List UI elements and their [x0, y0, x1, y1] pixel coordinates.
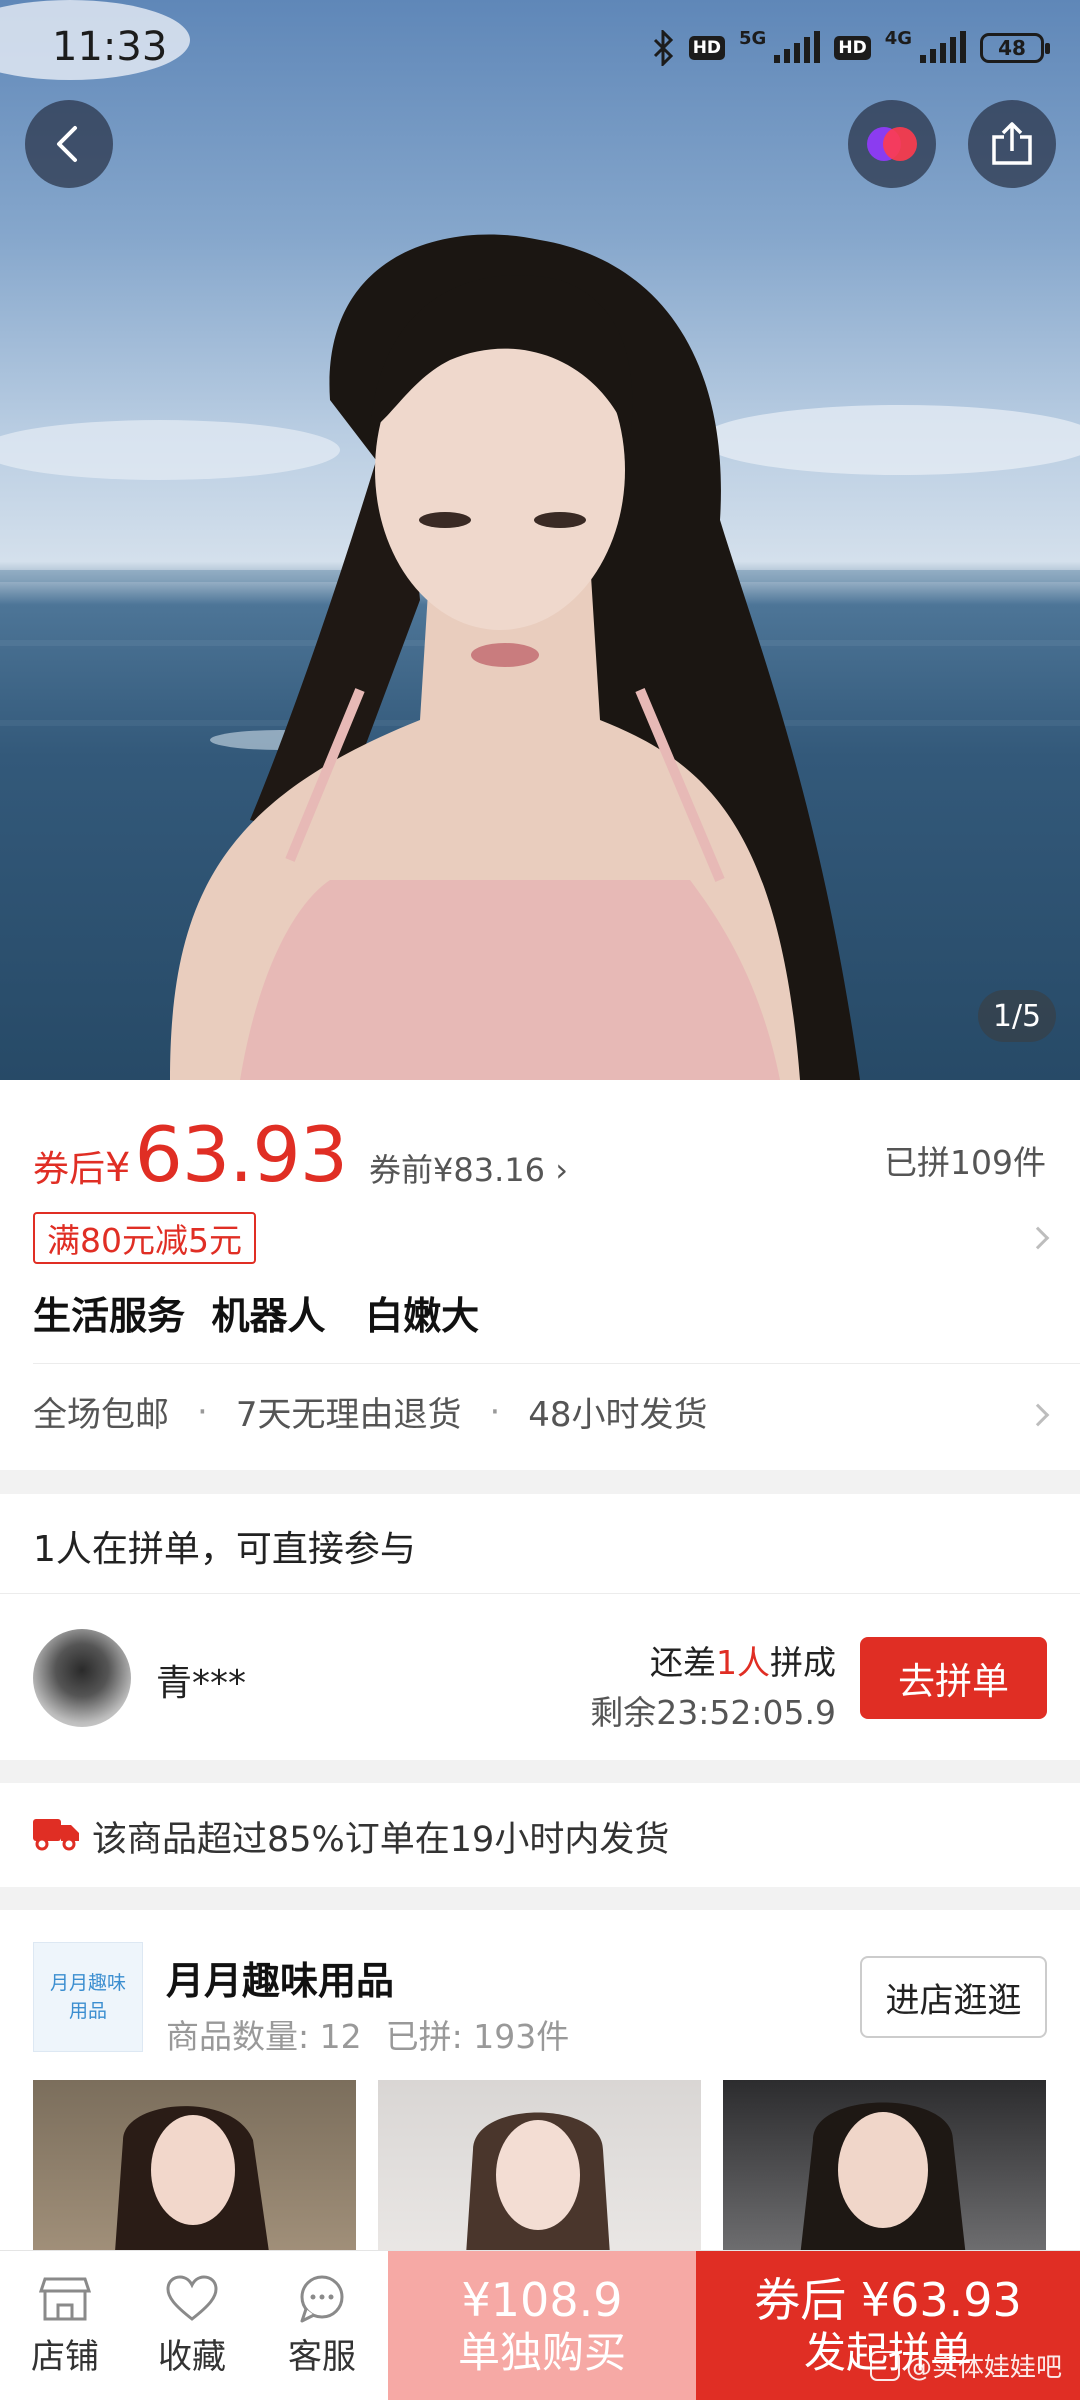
need-prefix: 还差 — [650, 1643, 716, 1682]
price-before-coupon-link[interactable]: 券前¥83.16 › — [369, 1145, 568, 1191]
chevron-right-icon[interactable] — [1026, 1226, 1050, 1250]
tab-customer-service[interactable]: 客服 — [257, 2251, 387, 2400]
price-value: 63.93 — [134, 1110, 348, 1199]
service-item: 48小时发货 — [528, 1395, 708, 1435]
hd-badge-2: HD — [834, 36, 871, 60]
need-count: 1人 — [716, 1643, 770, 1682]
tab-favorite-label: 收藏 — [158, 2336, 226, 2377]
coupon-tag[interactable]: 满80元减5元 — [33, 1212, 256, 1264]
hd-badge: HD — [688, 36, 726, 60]
back-icon — [57, 126, 77, 162]
buy-alone-label: 单独购买 — [457, 2328, 626, 2377]
store-sold-count: 已拼: 193件 — [385, 2017, 570, 2056]
heart-icon — [166, 2274, 218, 2321]
coupon-label: 满80元减5元 — [47, 1221, 242, 1260]
brand-icon — [867, 127, 917, 161]
price-currency: ¥ — [105, 1145, 131, 1191]
buy-alone-button[interactable]: ¥108.9 单独购买 — [388, 2251, 696, 2400]
brand-button[interactable] — [848, 100, 936, 188]
signal-icon-2 — [920, 31, 966, 63]
service-item: 7天无理由退货 — [235, 1395, 462, 1435]
store-product-count: 商品数量: 12 — [166, 2017, 362, 2056]
bottom-action-bar: 店铺 收藏 客服 ¥108.9 单独购买 券后 ¥63.93 发起拼单 @实体娃… — [0, 2250, 1080, 2400]
visit-store-button[interactable]: 进店逛逛 — [860, 1956, 1047, 2038]
tab-customer-service-label: 客服 — [288, 2336, 356, 2377]
shipping-card: 该商品超过85%订单在19小时内发货 — [0, 1783, 1080, 1887]
tab-store-label: 店铺 — [31, 2336, 99, 2377]
signal-icon — [774, 31, 821, 63]
tab-store[interactable]: 店铺 — [0, 2251, 130, 2400]
group-buy-price: 券后 ¥63.93 — [754, 2273, 1022, 2327]
store-icon — [39, 2277, 91, 2320]
battery-level: 48 — [998, 36, 1026, 60]
service-item: 全场包邮 — [33, 1395, 169, 1435]
status-icons: HD 5G HD 4G 48 — [651, 26, 1050, 70]
service-guarantees[interactable]: 全场包邮 · 7天无理由退货 · 48小时发货 — [33, 1387, 708, 1436]
group-buy-card: 1人在拼单，可直接参与 青*** 还差1人拼成 剩余23:52:05.9 去拼单 — [0, 1494, 1080, 1760]
avatar — [33, 1629, 131, 1727]
product-title: 生活服务 机器人 白嫩大 — [33, 1294, 480, 1338]
bluetooth-icon — [653, 30, 673, 66]
store-logo[interactable]: 月月趣味用品 — [33, 1942, 143, 2052]
truck-icon — [33, 1819, 79, 1851]
service-separator: · — [489, 1391, 501, 1432]
image-page-indicator: 1/5 — [978, 990, 1056, 1042]
buy-alone-price: ¥108.9 — [461, 2273, 623, 2327]
join-group-button[interactable]: 去拼单 — [860, 1637, 1047, 1719]
tab-favorite[interactable]: 收藏 — [127, 2251, 257, 2400]
group-header: 1人在拼单，可直接参与 — [33, 1529, 416, 1570]
watermark: @实体娃娃吧 — [869, 2347, 1062, 2384]
price-prefix: 券后 — [33, 1149, 106, 1190]
group-user-name: 青*** — [156, 1663, 247, 1704]
store-meta: 商品数量: 12 已拼: 193件 — [166, 2010, 569, 2058]
need-suffix: 拼成 — [770, 1643, 836, 1682]
network-4g-label: 4G — [884, 27, 912, 49]
network-5g-label: 5G — [739, 27, 767, 49]
service-separator: · — [197, 1391, 208, 1432]
price-row: 券后 ¥ 63.93 券前¥83.16 › — [33, 1110, 568, 1199]
divider — [0, 1593, 1080, 1594]
share-button[interactable] — [968, 100, 1056, 188]
chevron-right-icon[interactable] — [1026, 1403, 1050, 1427]
battery-icon: 48 — [980, 33, 1050, 63]
watermark-text: @实体娃娃吧 — [905, 2353, 1062, 2383]
product-image-carousel[interactable]: 11:33 HD 5G HD 4G 48 1/5 — [0, 0, 1080, 1080]
shipping-text: 该商品超过85%订单在19小时内发货 — [92, 1820, 670, 1860]
share-icon — [992, 122, 1032, 165]
price-card: 券后 ¥ 63.93 券前¥83.16 › 已拼109件 满80元减5元 生活服… — [0, 1080, 1080, 1470]
status-time: 11:33 — [52, 24, 168, 70]
status-bar: 11:33 HD 5G HD 4G 48 — [0, 0, 1080, 100]
sold-count: 已拼109件 — [884, 1143, 1046, 1182]
group-need-text: 还差1人拼成 — [650, 1636, 836, 1684]
group-timer: 剩余23:52:05.9 — [590, 1693, 836, 1732]
chat-icon — [300, 2275, 344, 2322]
watermark-icon — [869, 2350, 900, 2381]
store-name[interactable]: 月月趣味用品 — [166, 1950, 394, 2005]
divider — [33, 1363, 1080, 1364]
back-button[interactable] — [25, 100, 113, 188]
